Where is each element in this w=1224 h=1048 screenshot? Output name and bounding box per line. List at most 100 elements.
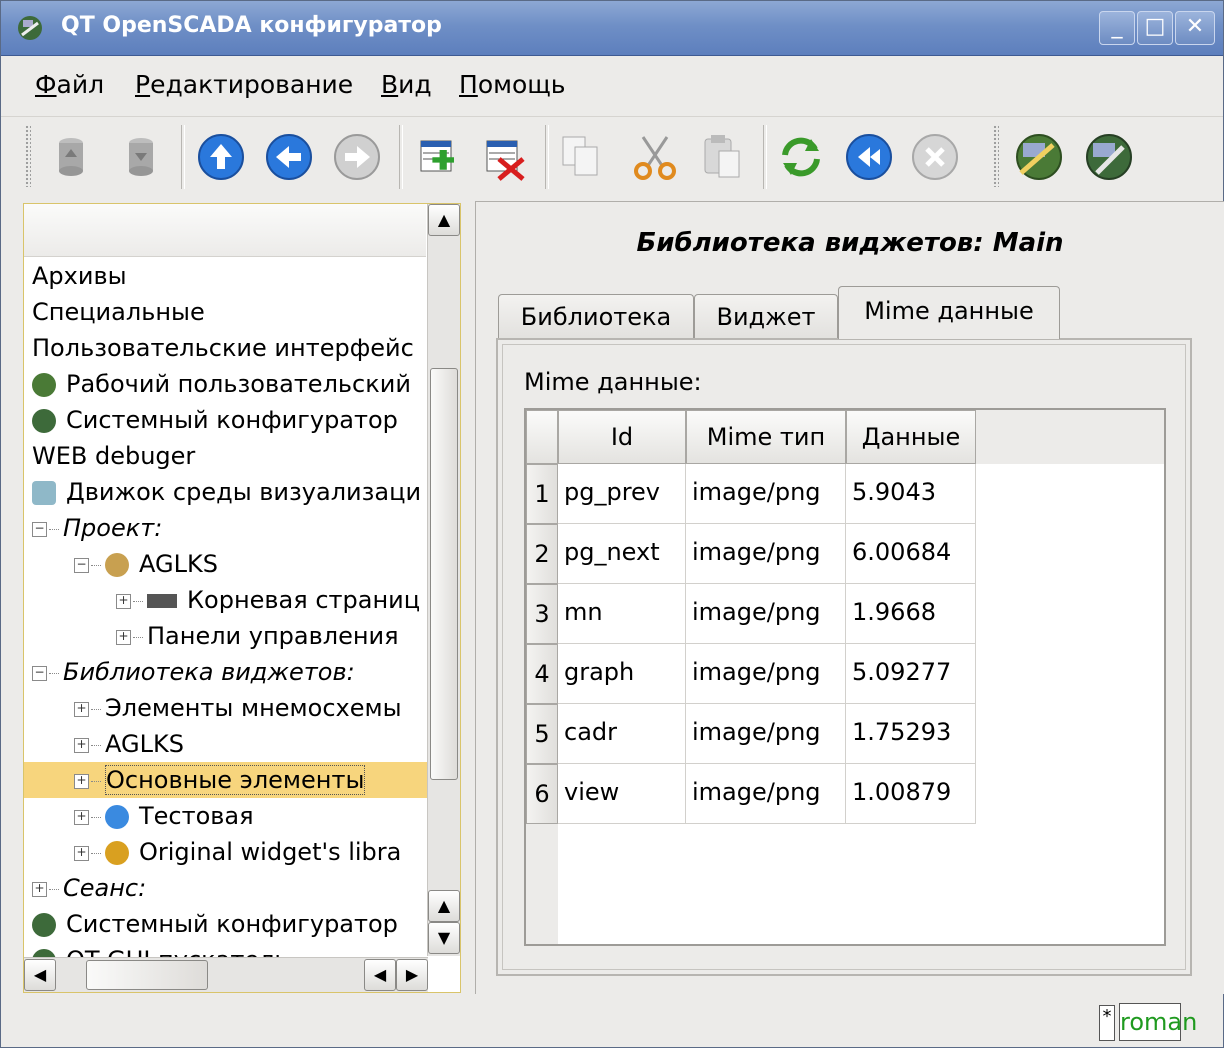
row-header[interactable]: 6 xyxy=(526,764,558,824)
back-arrow-icon[interactable] xyxy=(263,131,315,183)
expand-icon[interactable]: + xyxy=(116,593,131,609)
toolbar-grip[interactable] xyxy=(25,125,31,187)
cell-mime-type[interactable]: image/png xyxy=(686,704,846,764)
tree-item[interactable]: + Панели управления xyxy=(24,618,399,654)
cell-id[interactable]: mn xyxy=(558,584,686,644)
tree-item[interactable]: + Корневая страниц xyxy=(24,582,420,618)
toolbar-grip[interactable] xyxy=(993,125,999,187)
cell-id[interactable]: pg_prev xyxy=(558,464,686,524)
db-save-icon[interactable] xyxy=(115,131,167,183)
collapse-icon[interactable]: − xyxy=(32,665,47,681)
row-header[interactable]: 5 xyxy=(526,704,558,764)
tab-library[interactable]: Библиотека xyxy=(498,294,694,339)
cell-mime-type[interactable]: image/png xyxy=(686,524,846,584)
cell-mime-type[interactable]: image/png xyxy=(686,584,846,644)
scroll-thumb[interactable] xyxy=(430,368,458,780)
tree-item[interactable]: − AGLKS xyxy=(24,546,218,582)
cell-data[interactable]: 5.09277 xyxy=(846,644,976,704)
cell-data[interactable]: 1.75293 xyxy=(846,704,976,764)
menu-view[interactable]: Вид xyxy=(381,70,432,99)
scroll-left-button[interactable]: ◀ xyxy=(24,959,56,991)
cell-data[interactable]: 1.9668 xyxy=(846,584,976,644)
expand-icon[interactable]: + xyxy=(74,845,89,861)
start-icon[interactable] xyxy=(843,131,895,183)
tree-horizontal-scrollbar[interactable]: ◀ ◀ ▶ xyxy=(24,957,428,992)
vision-icon[interactable] xyxy=(1013,131,1065,183)
corner-header[interactable] xyxy=(526,410,558,464)
cell-data[interactable]: 1.00879 xyxy=(846,764,976,824)
tree-item[interactable]: + Original widget's libra xyxy=(24,834,401,870)
scroll-thumb[interactable] xyxy=(86,960,208,990)
cell-mime-type[interactable]: image/png xyxy=(686,464,846,524)
user-label[interactable]: roman xyxy=(1119,1003,1197,1041)
tree-item[interactable]: Системный конфигуратор xyxy=(24,402,398,438)
expand-icon[interactable]: + xyxy=(74,773,89,789)
forward-arrow-icon[interactable] xyxy=(331,131,383,183)
cut-icon[interactable] xyxy=(629,131,681,183)
tab-mime-data[interactable]: Mime данные xyxy=(838,286,1060,339)
tree-item[interactable]: + AGLKS xyxy=(24,726,184,762)
maximize-button[interactable]: □ xyxy=(1137,11,1173,45)
tab-widget[interactable]: Виджет xyxy=(694,294,838,339)
expand-icon[interactable]: + xyxy=(74,701,89,717)
tree-item[interactable]: WEB debuger xyxy=(24,438,195,474)
tree-item[interactable]: + Элементы мнемосхемы xyxy=(24,690,402,726)
navigation-tree[interactable]: Архивы Специальные Пользовательские интерф… xyxy=(23,203,461,993)
tree-item[interactable]: + Тестовая xyxy=(24,798,254,834)
cell-id[interactable]: graph xyxy=(558,644,686,704)
close-button[interactable]: ✕ xyxy=(1175,11,1215,45)
scroll-right-button[interactable]: ▶ xyxy=(396,959,428,991)
scroll-up-button[interactable]: ▲ xyxy=(428,204,460,236)
scroll-up-button[interactable]: ▲ xyxy=(428,890,460,922)
db-load-icon[interactable] xyxy=(45,131,97,183)
cell-id[interactable]: view xyxy=(558,764,686,824)
tree-item[interactable]: Системный конфигуратор xyxy=(24,906,398,942)
stop-icon[interactable] xyxy=(909,131,961,183)
menu-help[interactable]: Помощь xyxy=(459,70,566,99)
column-header-mime-type[interactable]: Mime тип xyxy=(686,410,846,464)
tree-vertical-scrollbar[interactable]: ▲ ▲ ▼ xyxy=(427,204,460,956)
row-header[interactable]: 2 xyxy=(526,524,558,584)
tree-item[interactable]: + Сеанс: xyxy=(24,870,146,906)
minimize-button[interactable]: _ xyxy=(1099,11,1135,45)
row-header[interactable]: 4 xyxy=(526,644,558,704)
cell-data[interactable]: 5.9043 xyxy=(846,464,976,524)
expand-icon[interactable]: + xyxy=(116,629,131,645)
tree-item[interactable]: Движок среды визуализаци xyxy=(24,474,421,510)
copy-icon[interactable] xyxy=(557,131,609,183)
column-header-id[interactable]: Id xyxy=(558,410,686,464)
expand-icon[interactable]: + xyxy=(32,881,47,897)
expand-icon[interactable]: + xyxy=(74,809,89,825)
cell-mime-type[interactable]: image/png xyxy=(686,764,846,824)
tree-item[interactable]: Специальные xyxy=(24,294,205,330)
tree-item[interactable]: Архивы xyxy=(24,258,127,294)
tree-header[interactable] xyxy=(24,204,426,257)
scroll-down-button[interactable]: ▼ xyxy=(428,922,460,954)
cell-mime-type[interactable]: image/png xyxy=(686,644,846,704)
configurator-icon[interactable] xyxy=(1083,131,1135,183)
tree-item[interactable]: − Библиотека виджетов: xyxy=(24,654,355,690)
row-header[interactable]: 3 xyxy=(526,584,558,644)
column-header-data[interactable]: Данные xyxy=(846,410,976,464)
cell-id[interactable]: cadr xyxy=(558,704,686,764)
tree-item[interactable]: Рабочий пользовательский xyxy=(24,366,411,402)
tree-item[interactable]: Пользовательские интерфейс xyxy=(24,330,414,366)
menu-edit[interactable]: Редактирование xyxy=(135,70,353,99)
collapse-icon[interactable]: − xyxy=(74,557,89,573)
scroll-left-button[interactable]: ◀ xyxy=(364,959,396,991)
menu-file[interactable]: Файл xyxy=(35,70,104,99)
expand-icon[interactable]: + xyxy=(74,737,89,753)
add-item-icon[interactable] xyxy=(413,131,465,183)
cell-data[interactable]: 6.00684 xyxy=(846,524,976,584)
collapse-icon[interactable]: − xyxy=(32,521,47,537)
row-header[interactable]: 1 xyxy=(526,464,558,524)
title-bar[interactable]: QT OpenSCADA конфигуратор _ □ ✕ xyxy=(1,1,1223,56)
delete-item-icon[interactable] xyxy=(479,131,531,183)
paste-icon[interactable] xyxy=(697,131,749,183)
panel-splitter[interactable] xyxy=(467,203,475,991)
mime-table[interactable]: Id Mime тип Данные 1 pg_prev image/png 5.90… xyxy=(524,408,1166,946)
cell-id[interactable]: pg_next xyxy=(558,524,686,584)
refresh-icon[interactable] xyxy=(775,131,827,183)
tree-item[interactable]: − Проект: xyxy=(24,510,162,546)
tree-item[interactable]: + Основные элементы xyxy=(24,762,460,798)
